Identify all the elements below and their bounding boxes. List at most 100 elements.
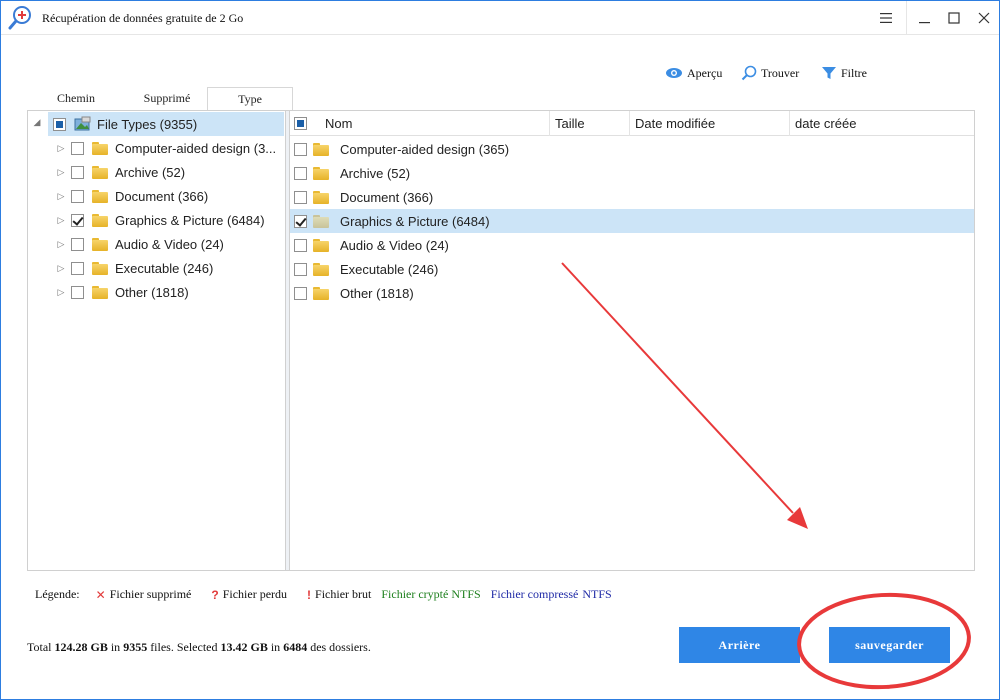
- folder-icon: [313, 166, 329, 180]
- list-item[interactable]: Computer-aided design (365): [290, 137, 974, 161]
- legend-encrypted: Fichier crypté NTFS: [381, 587, 481, 601]
- tree-item-checkbox[interactable]: [71, 165, 84, 179]
- eye-icon: [666, 68, 682, 78]
- tree-item-checkbox[interactable]: [71, 237, 84, 251]
- folder-icon: [313, 286, 329, 300]
- column-name[interactable]: Nom: [320, 111, 548, 136]
- legend-title: Légende:: [35, 587, 80, 601]
- status-total-files: 9355: [123, 640, 148, 654]
- list-item-name: Archive (52): [340, 165, 411, 181]
- raw-exclamation-icon: !: [307, 587, 312, 602]
- title-bar: Récupération de données gratuite de 2 Go: [1, 1, 999, 35]
- close-button[interactable]: [971, 5, 997, 31]
- tab-type[interactable]: Type: [207, 87, 293, 112]
- tree-item-label: Computer-aided design (3...: [115, 140, 277, 156]
- expand-triangle-icon[interactable]: ▷: [56, 167, 66, 178]
- list-item-checkbox[interactable]: [294, 262, 307, 276]
- filter-label: Filtre: [841, 65, 867, 80]
- status-total-size: 124.28 GB: [54, 640, 108, 654]
- tree-item-document[interactable]: ▷ Document (366): [28, 184, 285, 208]
- list-item-selected[interactable]: Graphics & Picture (6484): [290, 209, 974, 233]
- app-magnifier-icon: [8, 6, 31, 30]
- status-in2: in: [270, 640, 281, 654]
- window-title: Récupération de données gratuite de 2 Go: [42, 11, 244, 25]
- expand-triangle-icon[interactable]: ▷: [56, 263, 66, 274]
- legend-compressed-suffix: NTFS: [582, 587, 612, 601]
- list-item[interactable]: Executable (246): [290, 257, 974, 281]
- list-header: Nom Taille Date modifiée date créée: [290, 111, 974, 136]
- filter-button[interactable]: Filtre: [821, 63, 867, 83]
- list-item-checkbox[interactable]: [294, 238, 307, 252]
- folder-icon: [313, 142, 329, 156]
- status-bar: Total 124.28 GB in 9355 files. Selected …: [27, 640, 371, 655]
- list-item-checkbox[interactable]: [294, 190, 307, 204]
- tree-item-label: Other (1818): [115, 284, 189, 300]
- tree-item-label: Executable (246): [115, 260, 214, 276]
- expand-triangle-icon[interactable]: ▷: [56, 143, 66, 154]
- tab-supprime[interactable]: Supprimé: [125, 87, 209, 111]
- tree-item-archive[interactable]: ▷ Archive (52): [28, 160, 285, 184]
- list-item-name: Audio & Video (24): [340, 237, 449, 253]
- select-all-checkbox[interactable]: [294, 117, 307, 130]
- list-item-checkbox[interactable]: [294, 142, 307, 156]
- find-label: Trouver: [761, 65, 800, 80]
- folder-icon: [92, 165, 108, 179]
- expand-triangle-icon[interactable]: ▷: [56, 215, 66, 226]
- app-window: Récupération de données gratuite de 2 Go…: [0, 0, 1000, 700]
- tree-item-executable[interactable]: ▷ Executable (246): [28, 256, 285, 280]
- find-button[interactable]: Trouver: [741, 63, 799, 83]
- minimize-button[interactable]: [912, 5, 938, 31]
- collapse-triangle-icon[interactable]: ◢: [32, 117, 42, 128]
- list-item-checkbox[interactable]: [294, 286, 307, 300]
- list-item-name: Executable (246): [340, 261, 439, 277]
- list-item[interactable]: Document (366): [290, 185, 974, 209]
- save-button[interactable]: sauvegarder: [829, 627, 950, 663]
- tree-item-checkbox[interactable]: [71, 285, 84, 299]
- back-button[interactable]: Arrière: [679, 627, 800, 663]
- filter-icon: [822, 67, 836, 79]
- file-list: Nom Taille Date modifiée date créée Comp…: [289, 110, 975, 571]
- list-item[interactable]: Other (1818): [290, 281, 974, 305]
- titlebar-separator: [906, 1, 907, 35]
- tree-item-checkbox[interactable]: [71, 189, 84, 203]
- tree-item-graphics[interactable]: ▷ Graphics & Picture (6484): [28, 208, 285, 232]
- folder-icon: [92, 261, 108, 275]
- legend-lost: Fichier perdu: [222, 587, 288, 601]
- expand-triangle-icon[interactable]: ▷: [56, 287, 66, 298]
- tree-item-label: Graphics & Picture (6484): [115, 212, 265, 228]
- tree-item-checkbox[interactable]: [71, 213, 84, 227]
- menu-button[interactable]: [873, 5, 899, 31]
- folder-icon: [92, 213, 108, 227]
- tree-root-checkbox[interactable]: [53, 117, 66, 131]
- column-modified[interactable]: Date modifiée: [629, 111, 789, 136]
- tree-item-label: Document (366): [115, 188, 209, 204]
- list-item[interactable]: Audio & Video (24): [290, 233, 974, 257]
- tree-item-other[interactable]: ▷ Other (1818): [28, 280, 285, 304]
- tree-item-checkbox[interactable]: [71, 141, 84, 155]
- tab-chemin[interactable]: Chemin: [27, 87, 125, 111]
- column-size[interactable]: Taille: [549, 111, 629, 136]
- expand-triangle-icon[interactable]: ▷: [56, 239, 66, 250]
- maximize-button[interactable]: [941, 5, 967, 31]
- folder-icon: [313, 238, 329, 252]
- tree-item-checkbox[interactable]: [71, 261, 84, 275]
- list-item-checkbox[interactable]: [294, 214, 307, 228]
- file-types-icon: [74, 116, 91, 131]
- deleted-x-icon: ✕: [95, 587, 106, 602]
- list-item-checkbox[interactable]: [294, 166, 307, 180]
- legend-deleted: Fichier supprimé: [109, 587, 192, 601]
- preview-button[interactable]: Aperçu: [665, 63, 722, 83]
- list-item-name: Document (366): [340, 189, 434, 205]
- list-item[interactable]: Archive (52): [290, 161, 974, 185]
- column-created[interactable]: date créée: [789, 111, 974, 136]
- tree-item-label: Archive (52): [115, 164, 186, 180]
- status-selected-size: 13.42 GB: [220, 640, 268, 654]
- expand-triangle-icon[interactable]: ▷: [56, 191, 66, 202]
- list-item-name: Other (1818): [340, 285, 414, 301]
- list-item-name: Computer-aided design (365): [340, 141, 510, 157]
- folder-icon: [92, 237, 108, 251]
- maximize-icon: [948, 12, 960, 24]
- tree-item-cad[interactable]: ▷ Computer-aided design (3...: [28, 136, 285, 160]
- tree-item-audio-video[interactable]: ▷ Audio & Video (24): [28, 232, 285, 256]
- tree-root[interactable]: File Types (9355): [48, 112, 284, 136]
